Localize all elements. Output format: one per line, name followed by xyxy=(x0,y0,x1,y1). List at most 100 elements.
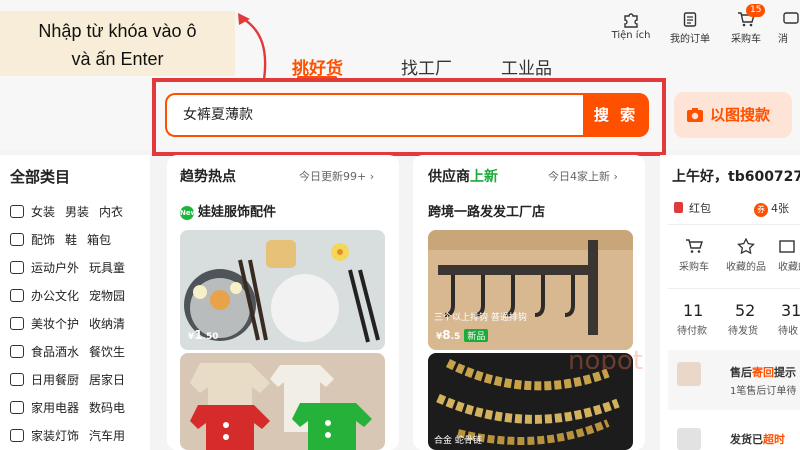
category-link[interactable]: 办公文化 xyxy=(31,289,79,303)
category-link[interactable]: 家装灯饰 xyxy=(31,429,79,443)
hongbao-link[interactable]: 红包 xyxy=(674,200,711,216)
trend-card-meta[interactable]: 今日更新99+ › xyxy=(299,168,374,184)
shipping-timeout-notice[interactable]: 发货已超时 xyxy=(730,431,785,447)
message-icon xyxy=(783,12,799,24)
header-plugins-label: Tiện ích xyxy=(611,30,651,41)
category-link[interactable]: 收纳清 xyxy=(89,317,125,331)
category-row: 日用餐厨 居家日 xyxy=(10,371,125,389)
category-row: 美妆个护 收纳清 xyxy=(10,315,125,333)
price-decimal: .50 xyxy=(202,332,219,342)
header-my-orders-label: 我的订单 xyxy=(670,34,710,45)
camera-icon xyxy=(687,108,703,122)
category-link[interactable]: 女装 xyxy=(31,205,55,219)
supplier-price: ¥8.5 新品 xyxy=(436,328,489,342)
trend-price: ¥1.50 xyxy=(188,328,219,342)
account-divider xyxy=(668,224,800,225)
category-link[interactable]: 数码电 xyxy=(89,401,125,415)
supplier-card-title: 供应商上新 xyxy=(428,166,498,186)
header-my-orders[interactable]: 我的订单 xyxy=(665,10,715,45)
stat-unpaid-label: 待付款 xyxy=(677,326,707,337)
category-row: 女装 男装 内衣 xyxy=(10,203,123,221)
category-link[interactable]: 内衣 xyxy=(99,205,123,219)
account-divider xyxy=(668,288,800,289)
stat-unpaid-value[interactable]: 11 xyxy=(683,301,703,320)
search-input[interactable]: 女裤夏薄款 xyxy=(165,93,590,137)
header-plugins[interactable]: Tiện ích xyxy=(606,10,656,41)
puzzle-icon xyxy=(624,13,638,28)
category-icon xyxy=(10,317,24,330)
watermark-text: nopot xyxy=(568,346,643,376)
new-badge: New xyxy=(180,206,197,220)
supplier-meta-text: 今日4家上新 xyxy=(548,170,610,183)
category-link[interactable]: 美妆个护 xyxy=(31,317,79,331)
notice-prefix: 售后 xyxy=(730,366,752,379)
tab-find-factory[interactable]: 找工厂 xyxy=(401,54,452,79)
annotation-callout: Nhập từ khóa vào ô và ấn Enter xyxy=(0,11,235,76)
supplier-card-subtitle[interactable]: 跨境一路发发工厂店 xyxy=(428,201,545,220)
category-link[interactable]: 鞋 xyxy=(65,233,77,247)
category-icon xyxy=(10,401,24,414)
category-icon xyxy=(10,429,24,442)
trend-subtitle-text: 娃娃服饰配件 xyxy=(198,205,277,220)
product-photo-sweaters xyxy=(180,353,385,450)
category-link[interactable]: 宠物园 xyxy=(89,289,125,303)
chevron-right-icon: › xyxy=(613,170,618,183)
clipboard-icon xyxy=(683,12,697,27)
favorite-shops-link[interactable]: 收藏的 xyxy=(778,238,800,273)
shop-icon xyxy=(779,240,795,253)
header-messages-label: 消 xyxy=(778,34,788,45)
notice-suffix: 提示 xyxy=(774,366,796,379)
supplier-title-highlight: 上新 xyxy=(470,169,498,185)
category-link[interactable]: 男装 xyxy=(65,205,89,219)
callout-line-1: Nhập từ khóa vào ô xyxy=(38,21,197,41)
notice2-highlight: 超时 xyxy=(763,433,785,446)
search-button[interactable]: 搜 索 xyxy=(583,93,649,137)
category-row: 食品酒水 餐饮生 xyxy=(10,343,125,361)
annotation-arrow-icon xyxy=(238,13,267,81)
category-row: 办公文化 宠物园 xyxy=(10,287,125,305)
aftersale-notice-title[interactable]: 售后寄回提示 xyxy=(730,364,796,380)
favorite-products-label: 收藏的品 xyxy=(726,262,766,273)
trend-meta-text: 今日更新99+ xyxy=(299,170,367,183)
image-search-button[interactable]: 以图搜款 xyxy=(674,92,792,138)
category-icon xyxy=(10,345,24,358)
coupon-link[interactable]: 券 4张 xyxy=(754,200,789,217)
category-link[interactable]: 日用餐厨 xyxy=(31,373,79,387)
price-integer: 8 xyxy=(442,328,451,342)
supplier-card-meta[interactable]: 今日4家上新 › xyxy=(548,168,618,184)
favorite-products-link[interactable]: 收藏的品 xyxy=(721,237,771,273)
category-link[interactable]: 家用电器 xyxy=(31,401,79,415)
category-icon xyxy=(10,373,24,386)
account-cart-label: 采购车 xyxy=(679,262,709,273)
product-image-sweaters[interactable] xyxy=(180,353,385,450)
category-row: 运动户外 玩具童 xyxy=(10,259,125,277)
category-link[interactable]: 配饰 xyxy=(31,233,55,247)
hongbao-label: 红包 xyxy=(689,202,711,215)
stat-to-receive-value[interactable]: 31 xyxy=(781,301,800,320)
category-row: 家用电器 数码电 xyxy=(10,399,125,417)
header-cart[interactable]: 采购车 xyxy=(721,10,771,45)
tab-industrial[interactable]: 工业品 xyxy=(501,54,552,79)
favorite-shops-label: 收藏的 xyxy=(778,262,800,273)
header-cart-label: 采购车 xyxy=(731,34,761,45)
header-messages[interactable]: 消 xyxy=(778,10,800,45)
category-link[interactable]: 食品酒水 xyxy=(31,345,79,359)
category-link[interactable]: 玩具童 xyxy=(89,261,125,275)
aftersale-notice-detail: 1笔售后订单待 xyxy=(730,386,797,397)
notice-thumbnail xyxy=(677,362,701,386)
category-link[interactable]: 箱包 xyxy=(87,233,111,247)
account-cart-link[interactable]: 采购车 xyxy=(677,238,711,273)
stat-to-ship-value[interactable]: 52 xyxy=(735,301,755,320)
coupon-count: 4张 xyxy=(771,202,789,215)
image-search-label: 以图搜款 xyxy=(710,106,771,124)
category-title: 全部类目 xyxy=(10,168,71,186)
notice2-prefix: 发货已 xyxy=(730,433,763,446)
trend-card-subtitle[interactable]: New娃娃服饰配件 xyxy=(180,201,276,220)
category-link[interactable]: 汽车用 xyxy=(89,429,125,443)
category-link[interactable]: 居家日 xyxy=(89,373,125,387)
stat-to-receive-label: 待收 xyxy=(778,326,798,337)
category-link[interactable]: 运动户外 xyxy=(31,261,79,275)
category-link[interactable]: 餐饮生 xyxy=(89,345,125,359)
notice-highlight: 寄回 xyxy=(752,366,774,379)
supplier-image-caption: 三个以上排钩 普通排钩 xyxy=(434,313,527,323)
